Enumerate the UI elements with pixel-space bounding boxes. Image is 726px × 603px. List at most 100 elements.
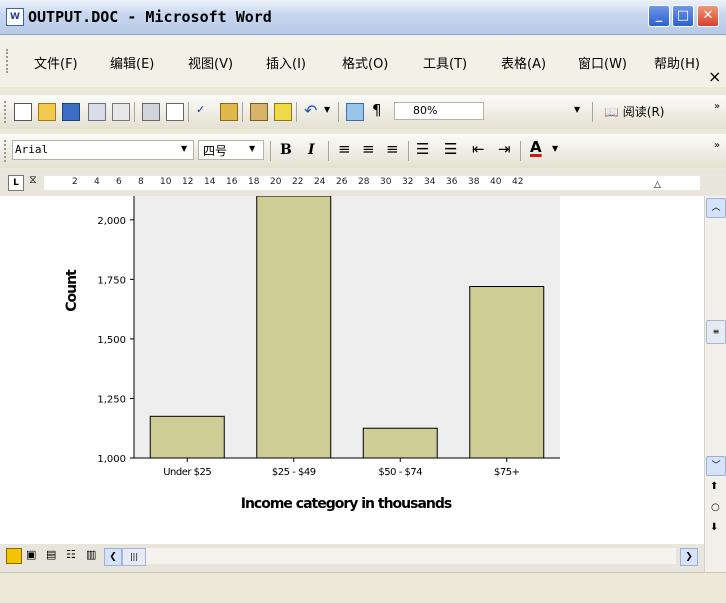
undo-dropdown-icon[interactable]: ▼ — [324, 105, 330, 114]
toolbar-separator — [242, 102, 243, 122]
decrease-indent-icon[interactable]: ⇤ — [472, 140, 485, 158]
font-color-label: A — [530, 138, 542, 156]
vertical-scrollbar[interactable]: ︿ ≡ ﹀ ⬆ ○ ⬇ — [704, 196, 726, 602]
format-painter-icon[interactable] — [274, 103, 292, 121]
ruler-tick-label: 40 — [490, 177, 502, 187]
save-icon[interactable] — [62, 103, 80, 121]
y-tick-label: 1,000 — [97, 454, 126, 465]
align-left-icon[interactable]: ≡ — [338, 140, 351, 158]
minimize-button[interactable]: _ — [648, 5, 670, 27]
y-tick-label: 1,500 — [97, 335, 126, 346]
print-icon[interactable] — [142, 103, 160, 121]
outline-view-icon[interactable]: ☷ — [66, 548, 76, 561]
maximize-button[interactable]: □ — [672, 5, 694, 27]
scroll-left-button[interactable]: ❮ — [104, 548, 122, 566]
x-tick-label: $75+ — [494, 467, 520, 478]
bullet-list-icon[interactable]: ☰ — [444, 140, 457, 158]
menu-view[interactable]: 视图(V) — [188, 53, 233, 72]
zoom-value: 80% — [413, 104, 438, 117]
ruler-tick-label: 4 — [94, 177, 100, 187]
spelling-icon[interactable]: ✓ — [196, 103, 212, 119]
menu-tools[interactable]: 工具(T) — [423, 53, 467, 72]
ruler-tick-label: 14 — [204, 177, 216, 187]
reading-layout-icon[interactable]: ▥ — [86, 548, 96, 561]
email-icon[interactable] — [112, 103, 130, 121]
font-color-dropdown-icon[interactable]: ▼ — [552, 144, 558, 153]
research-icon[interactable] — [220, 103, 238, 121]
toolbar-separator — [296, 102, 297, 122]
bold-button[interactable]: B — [280, 142, 292, 158]
new-document-icon[interactable] — [14, 103, 32, 121]
right-indent-marker[interactable]: △ — [654, 180, 661, 190]
status-strip — [0, 572, 726, 603]
menu-bar: 文件(F) 编辑(E) 视图(V) 插入(I) 格式(O) 工具(T) 表格(A… — [0, 35, 726, 87]
ruler-tick-label: 24 — [314, 177, 326, 187]
scroll-thumb[interactable]: ≡ — [706, 320, 726, 344]
x-tick-label: $50 - $74 — [378, 467, 422, 478]
print-layout-icon[interactable]: ▤ — [46, 548, 56, 561]
close-button[interactable]: ✕ — [697, 5, 719, 27]
horizontal-scroll-thumb[interactable]: ||| — [122, 548, 146, 566]
tab-selector-icon[interactable]: L — [8, 175, 24, 191]
read-mode-label: 阅读(R) — [622, 105, 665, 119]
select-browse-object-icon[interactable]: ○ — [711, 502, 720, 513]
menu-format[interactable]: 格式(O) — [342, 53, 388, 72]
zoom-dropdown-icon[interactable]: ▼ — [574, 105, 580, 114]
font-size-select[interactable]: 四号 ▼ — [198, 140, 264, 160]
print-preview-icon[interactable] — [166, 103, 184, 121]
paste-icon[interactable] — [250, 103, 268, 121]
left-indent-marker[interactable]: ⧖ — [29, 173, 37, 187]
show-formatting-icon[interactable]: ¶ — [372, 101, 382, 119]
ruler-tick-label: 18 — [248, 177, 260, 187]
close-document-icon[interactable]: × — [708, 67, 721, 86]
book-icon: 📖 — [604, 105, 619, 119]
normal-view-icon[interactable] — [6, 548, 22, 564]
x-tick-label: Under $25 — [163, 467, 211, 478]
drawing-icon[interactable] — [346, 103, 364, 121]
x-axis-label: Income category in thousands — [241, 496, 452, 512]
menu-insert[interactable]: 插入(I) — [266, 53, 306, 72]
ruler-tick-label: 32 — [402, 177, 414, 187]
chevron-down-icon: ▼ — [181, 144, 188, 153]
font-color-button[interactable]: A — [530, 138, 542, 156]
read-mode-button[interactable]: 📖 阅读(R) — [604, 103, 664, 120]
menu-help[interactable]: 帮助(H) — [654, 53, 700, 72]
horizontal-scroll-track[interactable] — [146, 548, 676, 564]
bar — [256, 196, 332, 459]
scroll-down-button[interactable]: ﹀ — [706, 456, 726, 476]
menu-edit[interactable]: 编辑(E) — [110, 53, 154, 72]
align-right-icon[interactable]: ≡ — [386, 140, 399, 158]
menu-table[interactable]: 表格(A) — [501, 53, 546, 72]
ruler-tick-label: 20 — [270, 177, 282, 187]
toolbar-overflow-icon[interactable]: » — [714, 140, 720, 151]
ruler: L ⧖ 2 4 6 8 10 12 14 16 18 20 22 24 26 28 30 32 34 36 38 40… — [0, 170, 726, 196]
word-doc-icon[interactable]: W — [6, 8, 24, 26]
toolbar-separator — [134, 102, 135, 122]
ruler-tick-label: 30 — [380, 177, 392, 187]
numbered-list-icon[interactable]: ☰ — [416, 140, 429, 158]
y-axis-label: Count — [64, 269, 80, 312]
ruler-tick-label: 26 — [336, 177, 348, 187]
document-area[interactable]: 1,000 1,250 1,500 1,750 2,000 Under $25 $25 -… — [0, 196, 704, 596]
font-name: Arial — [15, 143, 49, 156]
scroll-up-button[interactable]: ︿ — [706, 198, 726, 218]
italic-button[interactable]: I — [308, 142, 315, 158]
menu-window[interactable]: 窗口(W) — [578, 53, 627, 72]
toolbar-overflow-icon[interactable]: » — [714, 101, 720, 112]
align-center-icon[interactable]: ≡ — [362, 140, 375, 158]
increase-indent-icon[interactable]: ⇥ — [498, 140, 511, 158]
next-page-icon[interactable]: ⬇ — [710, 522, 718, 533]
web-view-icon[interactable]: ▣ — [26, 548, 36, 561]
menu-file[interactable]: 文件(F) — [34, 53, 78, 72]
toolbar-separator — [328, 141, 329, 161]
scroll-right-button[interactable]: ❯ — [680, 548, 698, 566]
previous-page-icon[interactable]: ⬆ — [710, 481, 718, 492]
font-select[interactable]: Arial ▼ — [12, 140, 194, 160]
bar — [469, 286, 545, 459]
ruler-tick-label: 8 — [138, 177, 144, 187]
open-folder-icon[interactable] — [38, 103, 56, 121]
undo-icon[interactable]: ↶ — [304, 101, 317, 120]
permission-icon[interactable] — [88, 103, 106, 121]
ruler-tick-label: 28 — [358, 177, 370, 187]
zoom-select[interactable]: 80% — [394, 102, 484, 120]
